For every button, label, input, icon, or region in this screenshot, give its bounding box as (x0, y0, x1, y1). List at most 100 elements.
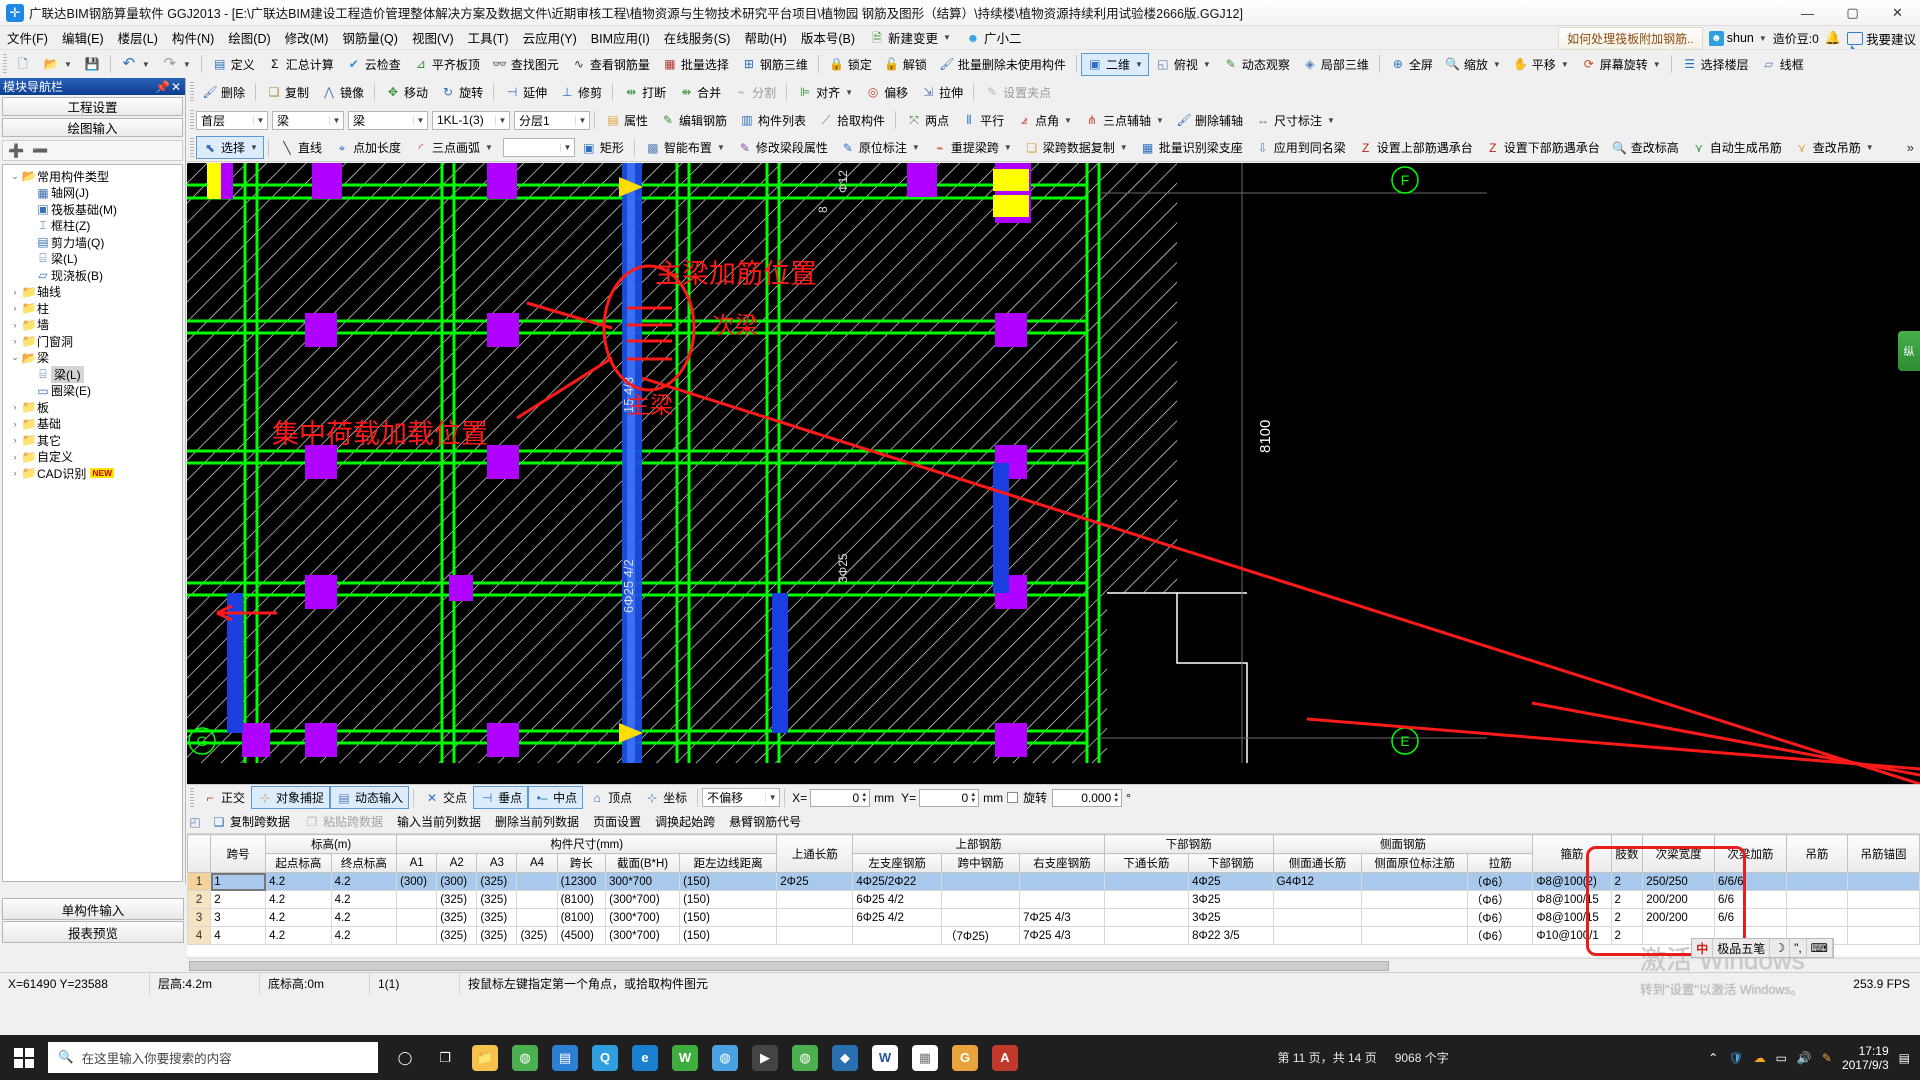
cell-span_len[interactable]: (12300 (556, 872, 607, 891)
properties-button[interactable]: ▤ 属性 (599, 109, 654, 132)
type-selector[interactable]: 梁 ▼ (348, 110, 428, 130)
screen-rotate-button[interactable]: ⟳ 屏幕旋转 ▼ (1575, 53, 1667, 76)
tree-item-7[interactable]: › 📁 轴线 (3, 284, 182, 301)
th-a3[interactable]: A3 (476, 853, 518, 873)
batch-select-button[interactable]: ▦ 批量选择 (656, 53, 735, 76)
cell-sec_beam_rebar[interactable]: 6/6 (1713, 908, 1787, 927)
menu-item-service[interactable]: 在线服务(S) (657, 26, 738, 49)
cell-hanger[interactable] (1785, 890, 1849, 909)
cell-hanger[interactable] (1785, 908, 1849, 927)
smart-layout-button[interactable]: ▩ 智能布置 ▼ (639, 136, 731, 159)
app2-icon[interactable]: ▦ (912, 1044, 938, 1071)
th-bottom-rebar[interactable]: 下部钢筋 (1188, 853, 1274, 873)
edge-icon[interactable]: e (632, 1044, 658, 1071)
orbit-button[interactable]: ✎ 动态观察 (1217, 53, 1296, 76)
project-settings-button[interactable]: 工程设置 (2, 97, 183, 116)
y-stepper[interactable]: ▲ ▼ (970, 792, 976, 804)
cell-bottom_through[interactable] (1103, 908, 1190, 927)
pin-icon[interactable]: 📌 (155, 80, 170, 94)
line-tool-button[interactable]: ╲ 直线 (273, 136, 328, 159)
tree-item-3[interactable]: ⌶ 框柱(Z) (3, 218, 182, 235)
keyboard-icon[interactable]: ⌨ (1807, 939, 1833, 957)
cell-hanger[interactable] (1785, 872, 1849, 891)
toolbar-grip[interactable] (190, 137, 194, 158)
pen-icon[interactable]: ✎ (1822, 1051, 1832, 1065)
tree-item-11[interactable]: ⌄ 📂 梁 (3, 350, 182, 367)
cell-right_support[interactable]: 7Φ25 4/3 (1019, 926, 1105, 945)
cell-stirrup[interactable]: Φ8@100/15 (1532, 908, 1612, 927)
zoom-button[interactable]: 🔍 缩放 ▼ (1439, 53, 1507, 76)
tree-item-0[interactable]: ⌄ 📂 常用构件类型 (3, 168, 182, 185)
menu-item-version[interactable]: 版本号(B) (794, 26, 862, 49)
caret-up-icon[interactable]: ⌃ (1708, 1051, 1718, 1065)
cell-left_dist[interactable]: (150) (679, 890, 778, 909)
task-view-icon[interactable]: ❐ (432, 1045, 458, 1071)
tree-item-5[interactable]: ⌸ 梁(L) (3, 251, 182, 268)
cell-left_dist[interactable]: (150) (679, 926, 778, 945)
chrome2-icon[interactable]: ◍ (792, 1044, 818, 1071)
cell-a3[interactable]: (325) (476, 890, 518, 909)
rebar-3d-button[interactable]: ⊞ 钢筋三维 (735, 53, 814, 76)
th-left-edge-distance[interactable]: 距左边线距离 (679, 853, 778, 873)
chevron-right-icon[interactable]: › (9, 419, 21, 429)
cell-sec_beam_rebar[interactable]: 6/6/6 (1713, 872, 1787, 891)
open-file-button[interactable]: 📂 ▼ (37, 53, 78, 75)
page-setup-button[interactable]: 页面设置 (587, 810, 647, 833)
promo-link[interactable]: 如何处理筏板附加钢筋.. (1558, 26, 1703, 50)
th-a4[interactable]: A4 (516, 853, 558, 873)
cell-a1[interactable] (396, 908, 438, 927)
cell-span_no[interactable]: 1 (210, 872, 267, 891)
cell-a1[interactable] (396, 890, 438, 909)
cell-side_through[interactable] (1272, 908, 1363, 927)
cell-left_support[interactable]: 4Φ25/2Φ22 (852, 872, 943, 891)
report-preview-button[interactable]: 报表预览 (2, 921, 184, 943)
qq-icon[interactable]: Q (592, 1044, 618, 1071)
cell-a4[interactable] (516, 908, 558, 927)
delete-axis-button[interactable]: 🖌 删除辅轴 (1170, 109, 1249, 132)
wechat-icon[interactable]: W (672, 1044, 698, 1071)
maximize-button[interactable]: ▢ (1830, 0, 1875, 26)
pan-button[interactable]: ✋ 平移 ▼ (1507, 53, 1575, 76)
window-controls[interactable]: — ▢ ✕ (1785, 0, 1920, 26)
th-span-no[interactable]: 跨号 (210, 834, 267, 873)
in-situ-label-button[interactable]: ✎ 原位标注 ▼ (834, 136, 926, 159)
cell-bottom_through[interactable] (1103, 872, 1190, 891)
tree-item-8[interactable]: › 📁 柱 (3, 300, 182, 317)
delete-button[interactable]: 🖌 删除 (196, 81, 251, 104)
cell-a1[interactable] (396, 926, 438, 945)
chevron-right-icon[interactable]: › (9, 287, 21, 297)
cell-a2[interactable]: (325) (436, 890, 478, 909)
cell-a4[interactable] (516, 872, 558, 891)
extend-button[interactable]: ⊣ 延伸 (498, 81, 553, 104)
span-data-table-container[interactable]: 跨号 标高(m) 构件尺寸(mm) 上通长筋 上部钢筋 下部钢筋 侧面钢筋 箍筋… (187, 834, 1920, 956)
cell-tie[interactable]: （Φ6） (1466, 872, 1534, 891)
cell-a2[interactable]: (325) (436, 908, 478, 927)
fullscreen-button[interactable]: ⊕ 全屏 (1384, 53, 1439, 76)
point-length-tool-button[interactable]: ⌖ 点加长度 (328, 136, 407, 159)
cell-side_insitu[interactable] (1361, 926, 1468, 945)
user-menu[interactable]: ☻ shun ▼ (1708, 30, 1767, 46)
chevron-down-icon[interactable]: ⌄ (9, 171, 21, 182)
tree-item-1[interactable]: ▦ 轴网(J) (3, 185, 182, 202)
cell-a2[interactable]: (325) (436, 926, 478, 945)
clock[interactable]: 17:19 2017/9/3 (1842, 1044, 1889, 1072)
arc-tool-button[interactable]: ◜ 三点画弧 ▼ (407, 136, 499, 159)
menu-item-draw[interactable]: 绘图(D) (221, 26, 277, 49)
edit-rebar-button[interactable]: ✎ 编辑钢筋 (654, 109, 733, 132)
new-change-button[interactable]: 🗎 新建变更 ▼ (862, 26, 958, 49)
network-icon[interactable]: ▭ (1776, 1051, 1787, 1065)
cell-section[interactable]: 300*700 (605, 872, 681, 891)
notification-icon[interactable]: ▤ (1899, 1051, 1910, 1065)
table-horizontal-scrollbar[interactable] (187, 958, 1920, 972)
component-tree[interactable]: ⌄ 📂 常用构件类型 ▦ 轴网(J) ▣ 筏板基础(M) ⌶ 框柱(Z) ▤ 剪力墙(Q) ⌸ 梁(L)… (2, 164, 183, 882)
cell-left_support[interactable]: 6Φ25 4/2 (852, 908, 943, 927)
th-section[interactable]: 截面(B*H) (605, 853, 681, 873)
table-row[interactable]: 2 2 4.2 4.2 (325) (325) (8100) (300*700) (150) 6Φ… (187, 890, 1920, 909)
menu-item-floor[interactable]: 楼层(L) (111, 26, 165, 49)
cell-end_elev[interactable]: 4.2 (330, 926, 398, 945)
parallel-axis-button[interactable]: ⫴ 平行 (955, 109, 1010, 132)
punct-icon[interactable]: ", (1790, 939, 1807, 957)
tree-item-18[interactable]: › 📁 CAD识别 NEW (3, 465, 182, 482)
th-span-length[interactable]: 跨长 (556, 853, 607, 873)
merge-button[interactable]: ⇻ 合并 (672, 81, 727, 104)
